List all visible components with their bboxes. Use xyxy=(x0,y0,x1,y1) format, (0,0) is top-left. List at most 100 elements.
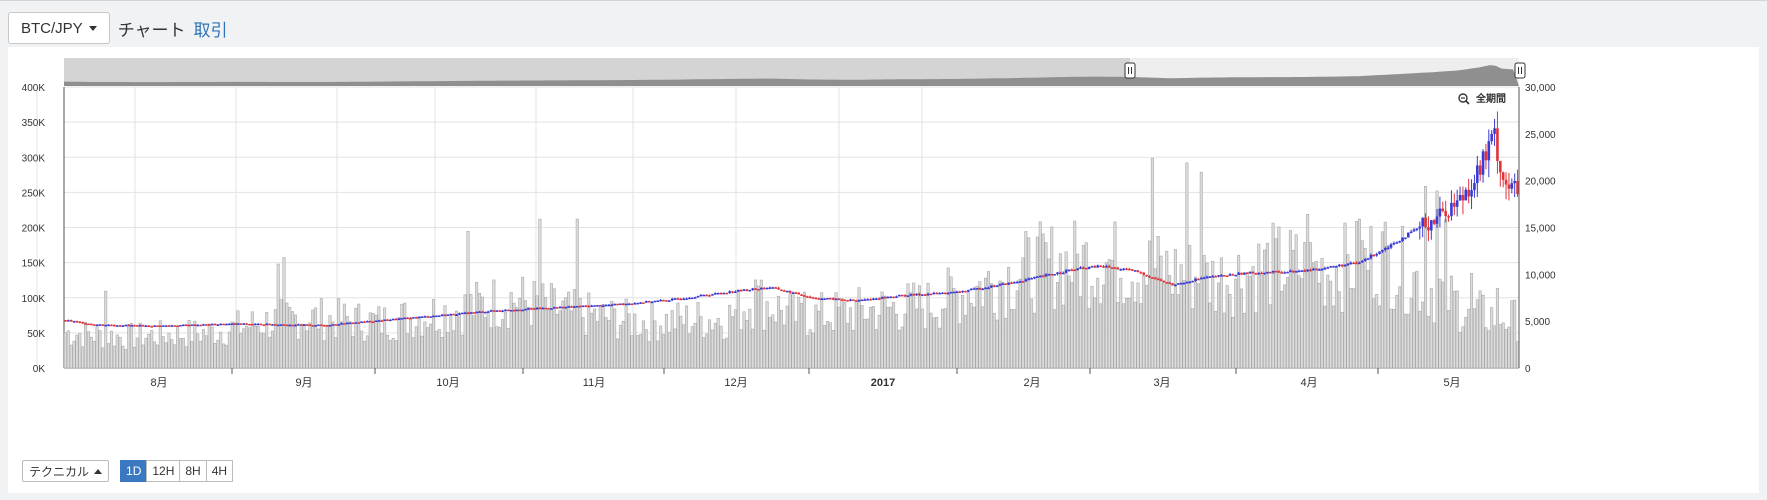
candle-body xyxy=(688,297,691,300)
tab-trade[interactable]: 取引 xyxy=(194,16,228,41)
volume-bar xyxy=(1357,218,1361,369)
volume-bar xyxy=(739,329,743,369)
volume-bar xyxy=(1032,312,1036,369)
candle-body xyxy=(949,291,953,294)
volume-bar xyxy=(1055,282,1059,369)
timeframe-8h[interactable]: 8H xyxy=(179,460,207,482)
navigator-left-handle[interactable] xyxy=(1124,62,1136,79)
volume-bar xyxy=(915,308,919,369)
candle-body xyxy=(659,299,662,302)
volume-bar xyxy=(431,299,436,369)
candle-body xyxy=(926,293,930,296)
tab-chart[interactable]: チャート xyxy=(118,16,186,41)
candle-body xyxy=(279,324,283,326)
pair-selector[interactable]: BTC/JPY xyxy=(8,12,110,44)
candle-body xyxy=(975,288,979,290)
volume-bar xyxy=(647,341,651,369)
volume-bar xyxy=(1337,291,1341,369)
candle-body xyxy=(1067,269,1071,272)
volume-bar xyxy=(1406,314,1410,369)
volume-bar xyxy=(676,302,680,369)
candle-body xyxy=(159,325,162,328)
timeframe-12h[interactable]: 12H xyxy=(146,460,181,482)
candle-body xyxy=(866,299,869,301)
navigator-right-handle[interactable] xyxy=(1514,62,1526,79)
candle-body xyxy=(504,309,507,312)
candle-body xyxy=(860,299,864,302)
candle-body xyxy=(889,296,892,299)
candle-body xyxy=(1007,282,1010,285)
candle-body xyxy=(909,294,913,296)
volume-bar xyxy=(1389,308,1393,369)
candle-body xyxy=(1383,248,1387,250)
volume-bar xyxy=(259,332,263,369)
chevron-down-icon xyxy=(88,25,97,31)
volume-bar xyxy=(1145,285,1149,369)
volume-bar xyxy=(66,330,70,369)
candle-body xyxy=(992,285,996,287)
candle-body xyxy=(1360,260,1364,263)
volume-bar xyxy=(299,325,303,369)
volume-bar xyxy=(342,303,346,369)
volume-bar xyxy=(892,302,896,369)
candle-body xyxy=(1283,272,1286,274)
volume-bar xyxy=(512,302,516,369)
price-volume-chart[interactable]: 0K 50K 100K 150K 200K 250K 300K 350K 400K 0 5,000… xyxy=(8,47,1759,455)
volume-bar xyxy=(291,311,295,369)
candle-body xyxy=(167,325,171,327)
candle-body xyxy=(880,297,884,299)
candle-body xyxy=(570,306,573,308)
volume-bar xyxy=(270,330,274,369)
volume-bar xyxy=(926,283,930,369)
volume-bar xyxy=(791,293,795,369)
volume-bar xyxy=(311,309,315,369)
candle-body xyxy=(1116,267,1120,270)
technical-dropdown[interactable]: テクニカル xyxy=(22,460,110,482)
candle-body xyxy=(1205,276,1209,279)
timeframe-1d[interactable]: 1D xyxy=(120,460,148,482)
candle-body xyxy=(906,295,910,297)
volume-bar xyxy=(190,341,194,369)
candle-body xyxy=(1096,265,1100,268)
candle-body xyxy=(806,296,809,298)
candle-body xyxy=(207,324,211,326)
candle-body xyxy=(170,325,174,327)
volume-bar xyxy=(1228,293,1232,369)
candle-body xyxy=(239,323,243,325)
volume-bar xyxy=(894,313,898,369)
candle-body xyxy=(967,290,970,292)
volume-bar xyxy=(754,279,758,369)
volume-bar xyxy=(722,339,726,369)
candle-body xyxy=(1487,141,1491,161)
candle-body xyxy=(912,294,916,296)
volume-bar xyxy=(1147,240,1152,369)
time-tick-label: 10月 xyxy=(436,377,459,389)
volume-bar xyxy=(995,319,999,369)
zoom-all-button[interactable]: 全期間 xyxy=(1458,92,1506,105)
candle-body xyxy=(555,307,559,309)
volume-bar xyxy=(1058,253,1062,369)
volume-bar xyxy=(279,299,283,369)
volume-bar xyxy=(1306,214,1310,369)
candle-body xyxy=(1366,258,1370,260)
volume-bar xyxy=(1104,262,1108,369)
volume-bar xyxy=(63,332,67,369)
candle-body xyxy=(573,306,576,308)
volume-bar xyxy=(929,312,933,369)
volume-bar xyxy=(765,301,769,369)
candle-body xyxy=(676,298,680,300)
candle-body xyxy=(808,296,812,299)
volume-bar xyxy=(446,332,450,369)
timeframe-4h[interactable]: 4H xyxy=(205,460,234,482)
volume-bar xyxy=(708,319,712,369)
volume-bar xyxy=(1426,316,1430,369)
candle-body xyxy=(679,298,683,301)
volume-bar xyxy=(173,344,177,369)
volume-bar xyxy=(630,335,634,369)
candle-body xyxy=(1363,259,1367,261)
candle-body xyxy=(1268,271,1272,274)
volume-bar xyxy=(610,300,614,369)
candle-body xyxy=(452,313,455,316)
volume-bar xyxy=(437,329,441,369)
volume-bar xyxy=(558,310,562,369)
